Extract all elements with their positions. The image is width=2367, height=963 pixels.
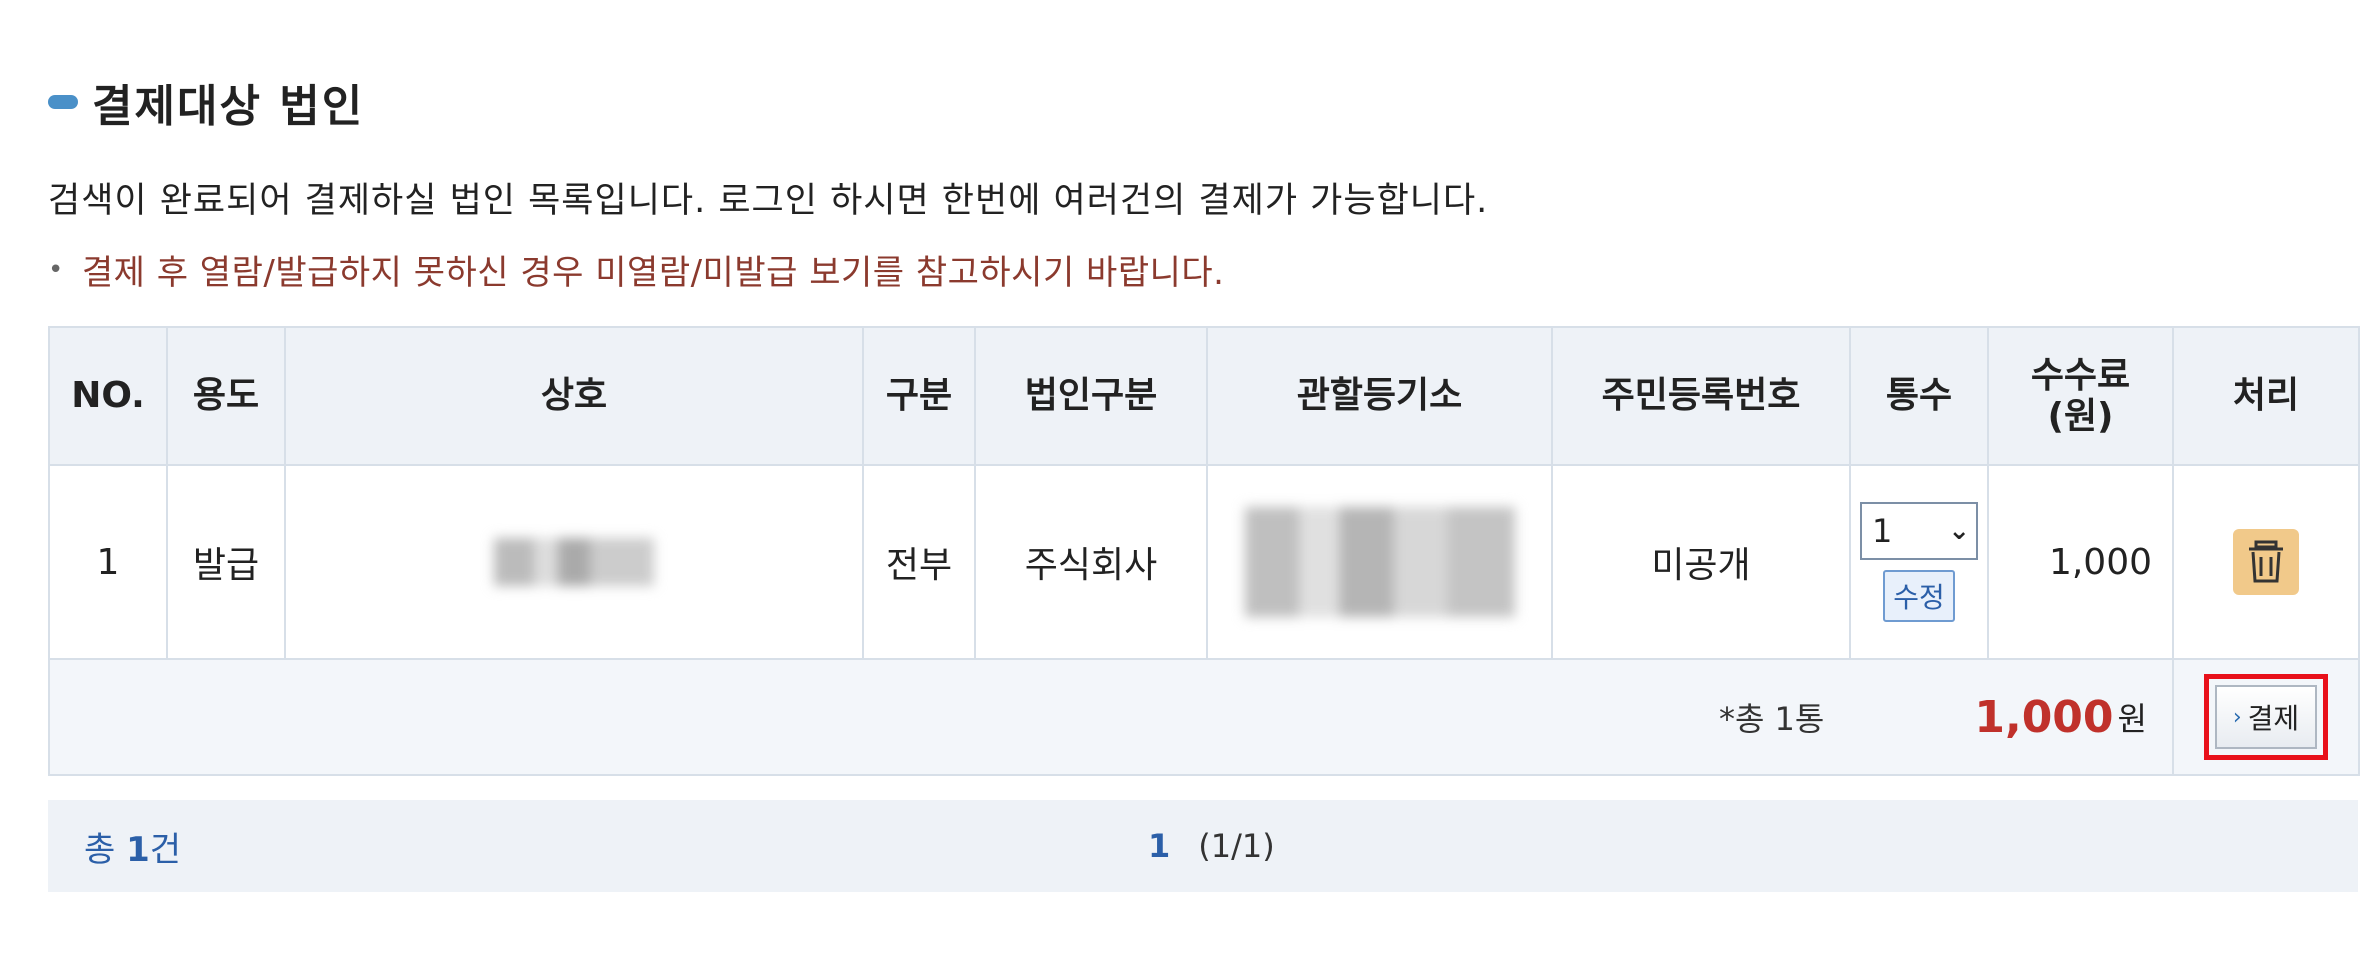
- col-header-copies: 통수: [1849, 326, 1989, 466]
- total-amount: 1,000: [1974, 691, 2114, 743]
- col-header-company: 상호: [284, 326, 864, 466]
- chevron-down-icon: ⌄: [1948, 516, 1970, 546]
- summary-row: *총 1통 1,000 원 › 결제: [48, 658, 2360, 776]
- total-suffix: 건: [149, 829, 182, 870]
- cell-usage: 발급: [166, 464, 286, 660]
- page-info: (1/1): [1198, 827, 1275, 865]
- total-unit: 원: [2117, 700, 2147, 738]
- summary-cell: *총 1통 1,000 원: [48, 658, 2174, 776]
- total-prefix: 총: [84, 829, 116, 870]
- arrow-right-icon: ›: [2232, 704, 2242, 730]
- copies-value: 1: [1872, 512, 1893, 550]
- cell-corp-type: 주식회사: [974, 464, 1208, 660]
- cell-registry: [1206, 464, 1553, 660]
- col-header-usage: 용도: [166, 326, 286, 466]
- col-header-fee: 수수료 (원): [1987, 326, 2174, 466]
- table-row: 1 발급 전부 주식회사 미공개 1 ⌄ 수정 1,000: [48, 464, 2360, 660]
- blurred-registry: [1244, 507, 1515, 617]
- cell-type: 전부: [862, 464, 976, 660]
- trash-icon: [2249, 540, 2283, 583]
- table-header-row: NO. 용도 상호 구분 법인구분 관할등기소 주민등록번호 통수 수수료 (원…: [48, 326, 2360, 466]
- col-header-corp-type: 법인구분: [974, 326, 1208, 466]
- pay-button-highlight: › 결제: [2203, 674, 2329, 760]
- col-header-action: 처리: [2172, 326, 2360, 466]
- section-bullet-icon: [48, 95, 78, 109]
- col-header-registry: 관할등기소: [1206, 326, 1553, 466]
- notice-text: 결제 후 열람/발급하지 못하신 경우 미열람/미발급 보기를 참고하시기 바랍…: [81, 253, 1225, 293]
- bullet-dot-icon: •: [48, 254, 64, 285]
- cell-action: [2172, 464, 2360, 660]
- pay-button-label: 결제: [2247, 702, 2300, 735]
- cell-no: 1: [48, 464, 168, 660]
- cell-fee: 1,000: [1987, 464, 2174, 660]
- payment-table: NO. 용도 상호 구분 법인구분 관할등기소 주민등록번호 통수 수수료 (원…: [48, 326, 2360, 776]
- page-link-current[interactable]: 1: [1148, 827, 1170, 865]
- total-copies: *총 1통: [1718, 700, 1825, 738]
- col-header-resident-no: 주민등록번호: [1551, 326, 1851, 466]
- delete-trash-icon[interactable]: [2233, 529, 2299, 595]
- cell-resident-no: 미공개: [1551, 464, 1851, 660]
- blurred-company-name: [494, 538, 654, 586]
- col-header-type: 구분: [862, 326, 976, 466]
- notice: • 결제 후 열람/발급하지 못하신 경우 미열람/미발급 보기를 참고하시기 …: [48, 245, 1224, 294]
- pagination: 1 (1/1): [1148, 827, 1275, 865]
- copies-select[interactable]: 1 ⌄: [1860, 502, 1978, 560]
- cell-company: [284, 464, 864, 660]
- section-title: 결제대상 법인: [92, 81, 365, 132]
- section-header: 결제대상 법인: [48, 62, 364, 142]
- description-text: 검색이 완료되어 결제하실 법인 목록입니다. 로그인 하시면 한번에 여러건의…: [48, 181, 1489, 221]
- total-count: 총 1건: [84, 822, 181, 871]
- pay-cell: › 결제: [2172, 658, 2360, 776]
- cell-copies: 1 ⌄ 수정: [1849, 464, 1989, 660]
- total-number: 1: [126, 829, 150, 870]
- list-footer: 총 1건 1 (1/1): [48, 800, 2358, 892]
- pay-button[interactable]: › 결제: [2214, 685, 2318, 749]
- col-header-no: NO.: [48, 326, 168, 466]
- edit-button[interactable]: 수정: [1883, 570, 1955, 622]
